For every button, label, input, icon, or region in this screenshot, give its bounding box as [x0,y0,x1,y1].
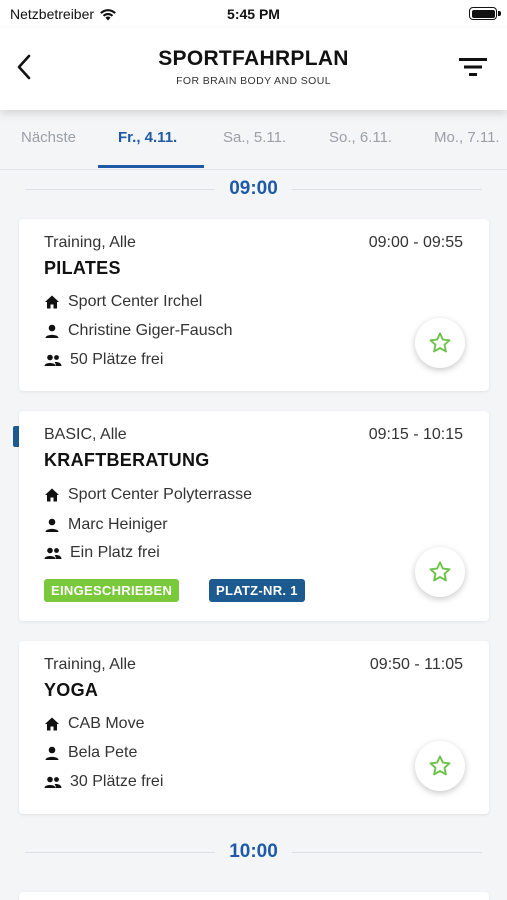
course-type: Training, Alle [44,234,136,251]
filter-icon [459,58,487,76]
favorite-button[interactable] [415,318,465,368]
places-label: Ein Platz frei [70,544,160,561]
place-number-badge: PLATZ-NR. 1 [209,579,305,602]
places-label: 50 Plätze frei [70,351,164,368]
course-location: CAB Move [44,715,144,733]
course-name: PILATES [44,258,121,278]
course-time: 09:15 - 10:15 [368,426,463,443]
page-title: SPORTFAHRPLAN [158,47,349,70]
home-icon [45,488,59,502]
time-separator: 10:00 [0,833,507,873]
time-separator: 09:00 [0,170,507,210]
time-separator-label: 09:00 [229,178,278,199]
star-outline-icon [429,755,451,776]
course-type: Training, Alle [44,656,136,673]
tab-sat-5-11[interactable]: Sa., 5.11. [223,129,286,146]
status-bar: Netzbetreiber 5:45 PM [0,0,507,28]
star-outline-icon [429,561,451,582]
course-card[interactable]: BASIC, Alle 09:15 - 10:15 KRAFTBERATUNG … [19,411,489,621]
course-instructor: Bela Pete [44,744,137,762]
favorite-button[interactable] [415,547,465,597]
course-location: Sport Center Irchel [44,293,202,311]
home-icon [45,717,59,731]
person-icon [45,746,59,760]
course-instructor: Marc Heiniger [44,516,168,534]
battery-cap [498,11,501,16]
course-name: YOGA [44,680,99,700]
time-separator-label: 10:00 [229,841,278,862]
people-icon [44,776,62,788]
page-subtitle: FOR BRAIN BODY AND SOUL [176,75,331,87]
places-label: 30 Plätze frei [70,773,164,790]
course-name: KRAFTBERATUNG [44,450,210,470]
course-card[interactable]: Training, Alle 09:00 - 09:55 PILATES Spo… [19,219,489,391]
active-tab-indicator [98,165,204,168]
location-label: CAB Move [68,715,145,732]
star-outline-icon [429,332,451,353]
people-icon [44,354,62,366]
tab-fri-4-11[interactable]: Fr., 4.11. [118,129,177,146]
nav-header: SPORTFAHRPLAN FOR BRAIN BODY AND SOUL [0,28,507,110]
location-label: Sport Center Polyterrasse [68,486,253,503]
course-time: 09:00 - 09:55 [368,234,463,251]
filter-button[interactable] [457,52,489,82]
battery-icon [469,7,497,20]
tab-mon-7-11[interactable]: Mo., 7.11. [434,129,500,146]
course-time: 09:50 - 11:05 [369,656,463,673]
people-icon [44,547,62,559]
course-card[interactable] [19,892,489,900]
tab-sun-6-11[interactable]: So., 6.11. [329,129,392,146]
course-places: 30 Plätze frei [44,773,163,791]
course-card[interactable]: Training, Alle 09:50 - 11:05 YOGA CAB Mo… [19,641,489,814]
instructor-label: Christine Giger-Fausch [68,322,233,339]
instructor-label: Marc Heiniger [68,516,168,533]
home-icon [45,295,59,309]
instructor-label: Bela Pete [68,744,138,761]
favorite-button[interactable] [415,741,465,791]
person-icon [45,518,59,532]
enrolled-badge: EINGESCHRIEBEN [44,579,180,602]
course-instructor: Christine Giger-Fausch [44,322,233,340]
location-label: Sport Center Irchel [68,293,203,310]
course-places: 50 Plätze frei [44,351,163,369]
date-tab-bar: Nächste Fr., 4.11. Sa., 5.11. So., 6.11.… [0,110,507,170]
status-time: 5:45 PM [227,6,280,22]
course-type: BASIC, Alle [44,426,127,443]
course-location: Sport Center Polyterrasse [44,486,252,504]
tab-next[interactable]: Nächste [21,129,76,146]
course-places: Ein Platz frei [44,544,160,562]
person-icon [45,324,59,338]
